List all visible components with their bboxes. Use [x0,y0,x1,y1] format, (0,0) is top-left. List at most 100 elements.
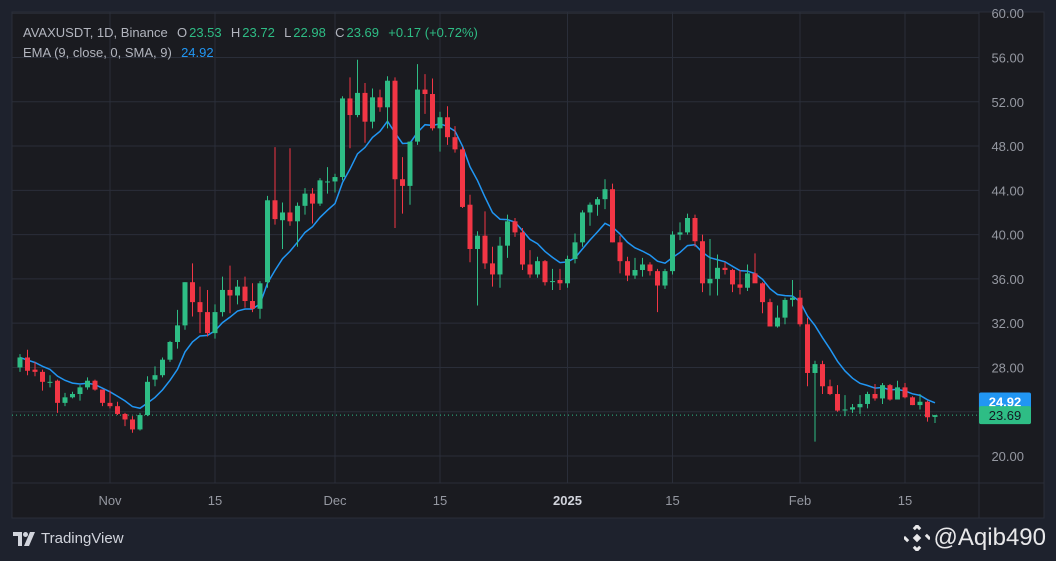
candle-body [242,286,248,302]
x-tick-label: 2025 [553,493,582,508]
candle-body [722,267,728,271]
candle-body [910,397,915,406]
candle-body [565,258,570,284]
candle-body [557,279,563,284]
candle-body [647,264,653,272]
candle-body [205,312,210,334]
candle-body [190,282,195,303]
candle-body [820,364,825,387]
open-label: O [176,25,188,40]
author-watermark: @Aqib490 [903,524,1046,552]
candle-body [332,177,338,182]
tradingview-logo[interactable]: TradingView [13,530,124,547]
close-value: 23.69 [346,25,380,40]
candle-body [100,389,105,403]
candle [182,282,188,330]
candle-body [400,179,405,186]
candle-body [257,283,263,309]
y-tick-label: 40.00 [991,228,1024,243]
symbol-title[interactable]: AVAXUSDT, 1D, Binance [23,25,168,40]
candle [767,298,773,327]
candle-body [707,278,713,284]
candle-body [452,137,458,150]
candle-body [325,181,330,183]
candle-body [62,397,68,403]
candle-body [730,270,735,285]
y-tick-label: 28.00 [991,360,1024,375]
candle-body [145,381,150,416]
candle-body [355,92,360,116]
indicator-value: 24.92 [181,45,214,60]
y-tick-label: 44.00 [991,183,1024,198]
close-label: C [335,25,345,40]
last-price-label: 23.69 [989,408,1022,423]
candle-body [212,312,218,334]
candle-body [497,245,503,275]
x-tick-label: 15 [208,493,222,508]
candle [910,396,915,406]
candle-body [737,284,743,288]
candlestick-chart[interactable]: 20.0024.0028.0032.0036.0040.0044.0048.00… [0,0,1056,561]
candle-body [55,380,60,403]
candle-body [895,387,900,400]
candle-body [512,221,518,233]
candle-body [107,402,113,407]
candle-body [280,212,285,221]
candle-body [670,234,675,272]
candle-body [122,413,128,420]
candle [92,379,98,391]
low-value: 22.98 [293,25,326,40]
candle-body [430,94,435,129]
candle-body [767,302,773,327]
candle-body [700,241,705,284]
candle-body [760,283,765,303]
candle-body [595,199,600,205]
candle-body [542,261,548,283]
open-value: 23.53 [189,25,222,40]
candle [167,340,173,362]
y-tick-label: 52.00 [991,95,1024,110]
candle-body [572,242,578,259]
candle [460,147,465,209]
indicator-title[interactable]: EMA (9, close, 0, SMA, 9) [23,45,172,60]
candle-body [85,380,90,388]
candle-body [745,273,750,288]
candle [565,255,570,288]
change-value: +0.17 (+0.72%) [388,25,478,40]
candle-body [115,406,120,414]
candle-body [685,217,690,233]
candle-body [152,375,158,380]
candle-body [220,289,225,313]
candle-body [460,149,465,207]
candle-body [250,301,255,309]
candle-body [865,394,870,404]
y-tick-label: 56.00 [991,50,1024,65]
candle-body [527,264,533,275]
candle-body [692,217,698,242]
indicator-legend: EMA (9, close, 0, SMA, 9) 24.92 [23,43,480,63]
x-tick-label: 15 [898,493,912,508]
candle-body [437,117,443,129]
candle-body [932,415,938,417]
candle-body [347,98,353,116]
candle-body [715,267,720,279]
high-value: 23.72 [242,25,275,40]
candle-body [880,385,885,399]
candle [160,357,165,378]
candle-body [310,193,315,204]
candle-body [422,89,428,95]
candle-body [490,263,495,275]
candle-body [317,180,323,204]
x-tick-label: Feb [789,493,811,508]
chart-legend: AVAXUSDT, 1D, Binance O 23.53 H 23.72 L 22.… [23,23,480,63]
candle-body [850,407,855,410]
x-tick-label: Nov [98,493,122,508]
candle-body [137,415,143,430]
candle-body [77,387,83,395]
candle-body [835,394,840,411]
x-tick-label: 15 [665,493,679,508]
candle-body [227,289,233,296]
candle-body [580,212,585,243]
candle [340,96,345,181]
candle-body [775,317,780,327]
